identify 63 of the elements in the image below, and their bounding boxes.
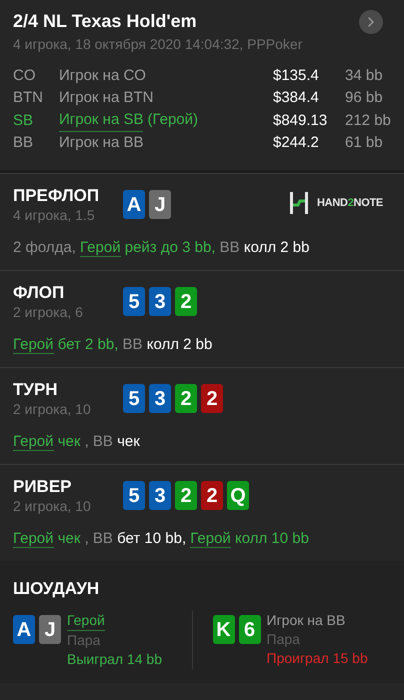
game-subtitle: 4 игрока, 18 октября 2020 14:04:32, PPPoker [13, 35, 304, 53]
hand-result: Проиграл 15 bb [266, 649, 368, 668]
playing-card: 3 [149, 287, 171, 316]
street-info: 2 игрока, 6 [13, 303, 84, 321]
stack-bb: 61 bb [345, 133, 383, 153]
player-link[interactable]: Герой [13, 433, 54, 451]
player-name: Игрок на CO [59, 66, 146, 86]
player-link[interactable]: Герой [190, 530, 231, 548]
playing-card: 3 [149, 384, 171, 413]
player-name[interactable]: Герой [67, 611, 105, 631]
playing-card: 2 [201, 384, 223, 413]
position-label: SB [13, 110, 34, 130]
player-name: Игрок на BB [266, 611, 346, 630]
stack-amount: $244.2 [273, 133, 320, 153]
playing-card: 2 [175, 384, 197, 413]
showdown-title: ШОУДАУН [13, 579, 100, 599]
hand-combo: Пара [266, 630, 301, 649]
street-title: ТУРН [13, 380, 59, 400]
playing-card: 2 [175, 287, 197, 316]
player-name: Игрок на BTN [59, 88, 154, 108]
next-button[interactable] [359, 10, 383, 34]
hero-tag: (Герой) [147, 109, 198, 132]
hand-combo: Пара [67, 631, 102, 650]
player-link[interactable]: Герой [13, 336, 54, 354]
action-line: Герой чек , BB бет 10 bb, Герой колл 10 bb [13, 529, 310, 549]
street-title: ПРЕФЛОП [13, 186, 100, 206]
street-title: РИВЕР [13, 477, 73, 497]
stack-amount: $384.4 [273, 88, 320, 108]
logo-text: HAND2NOTE [317, 196, 383, 211]
action-line: 2 фолда, Герой рейз до 3 bb, BB колл 2 bb [13, 238, 310, 258]
playing-card: 5 [123, 481, 145, 510]
playing-card: 5 [123, 287, 145, 316]
stack-bb: 96 bb [345, 88, 383, 108]
stack-amount: $849.13 [273, 110, 328, 130]
player-name: Игрок на BB [59, 133, 144, 153]
playing-card: J [39, 615, 61, 644]
playing-card: 6 [238, 615, 260, 644]
street-info: 2 игрока, 10 [13, 400, 92, 418]
playing-card: A [13, 615, 35, 644]
playing-card: 3 [149, 481, 171, 510]
street-info: 2 игрока, 10 [13, 497, 92, 515]
playing-card: J [149, 190, 171, 219]
action-line: Герой чек , BB чек [13, 432, 141, 452]
stack-bb: 212 bb [345, 110, 391, 130]
stack-bb: 34 bb [345, 66, 383, 86]
action-line: Герой бет 2 bb, BB колл 2 bb [13, 335, 214, 355]
stack-amount: $135.4 [273, 66, 320, 86]
playing-card: 5 [123, 384, 145, 413]
street-info: 4 игрока, 1.5 [13, 206, 96, 224]
hand-result: Выиграл 14 bb [67, 650, 162, 669]
playing-card: A [123, 190, 145, 219]
street-title: ФЛОП [13, 283, 66, 303]
player-name[interactable]: Игрок на SB [59, 109, 144, 132]
position-label: CO [13, 66, 36, 86]
player-link[interactable]: Герой [80, 239, 121, 257]
playing-card: 2 [201, 481, 223, 510]
position-label: BB [13, 133, 34, 153]
playing-card: 2 [175, 481, 197, 510]
playing-card: Q [227, 481, 249, 510]
position-label: BTN [13, 88, 44, 108]
player-link[interactable]: Герой [13, 530, 54, 548]
game-title: 2/4 NL Texas Hold'em [13, 10, 197, 32]
playing-card: K [212, 615, 234, 644]
